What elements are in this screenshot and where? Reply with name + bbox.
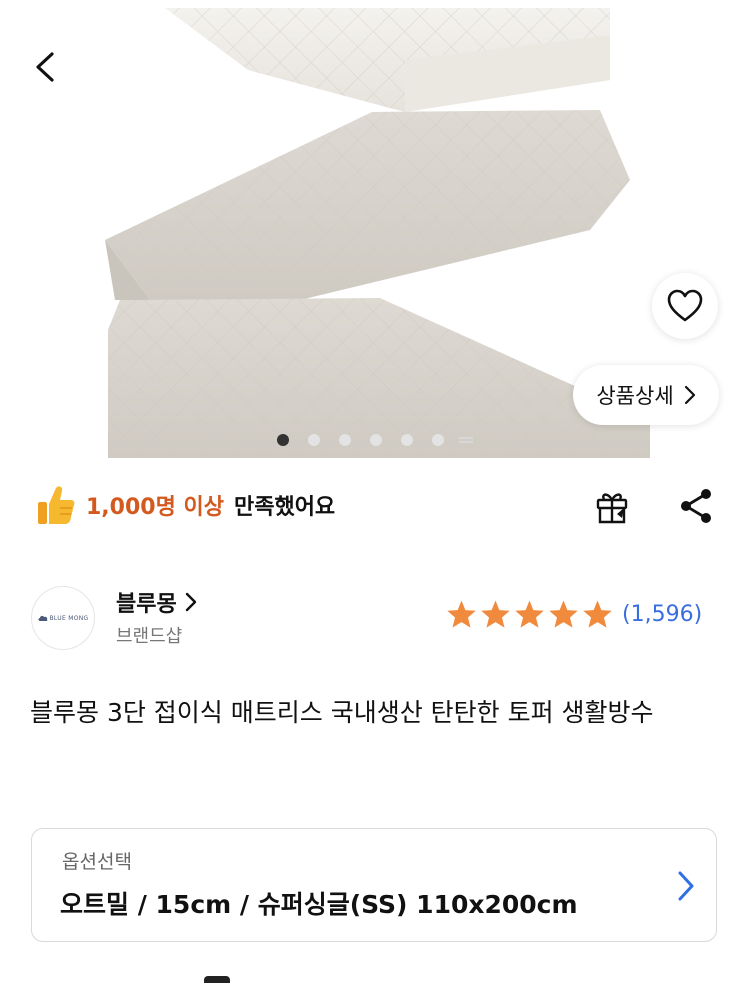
share-icon xyxy=(681,489,711,523)
product-image-gallery[interactable]: 상품상세 xyxy=(0,0,750,458)
pagination-dot[interactable] xyxy=(432,434,444,446)
star-rating xyxy=(446,599,613,629)
pagination-dot[interactable] xyxy=(277,434,289,446)
back-button[interactable] xyxy=(24,44,70,90)
option-label: 옵션선택 xyxy=(62,851,132,873)
wishlist-button[interactable] xyxy=(652,273,718,339)
thumbs-up-icon xyxy=(38,486,75,524)
product-detail-label: 상품상세 xyxy=(596,384,674,408)
review-count[interactable]: (1,596) xyxy=(622,602,702,627)
chevron-left-icon xyxy=(36,52,54,82)
pagination-more-icon xyxy=(459,435,473,447)
satisfaction-banner: 1,000명 이상 만족했어요 xyxy=(36,482,335,528)
chevron-right-icon xyxy=(678,871,694,901)
pagination-dot[interactable] xyxy=(370,434,382,446)
pagination-dot[interactable] xyxy=(308,434,320,446)
gallery-pagination xyxy=(0,432,750,448)
gift-icon xyxy=(596,493,628,524)
cloud-icon xyxy=(38,615,47,621)
pagination-dot[interactable] xyxy=(339,434,351,446)
product-title: 블루몽 3단 접이식 매트리스 국내생산 탄탄한 토퍼 생활방수 xyxy=(30,698,654,727)
star-icon xyxy=(549,600,578,628)
option-selector[interactable]: 옵션선택 오트밀 / 15cm / 슈퍼싱글(SS) 110x200cm xyxy=(31,828,717,942)
satisfaction-text: 만족했어요 xyxy=(233,495,336,520)
next-section-peek xyxy=(204,976,230,983)
rating[interactable]: (1,596) xyxy=(446,599,702,629)
product-detail-button[interactable]: 상품상세 xyxy=(573,365,719,425)
star-icon xyxy=(447,600,476,628)
brand-name-link[interactable]: 블루몽 xyxy=(116,586,197,618)
brand-logo[interactable]: BLUE MONG xyxy=(31,586,95,650)
star-icon xyxy=(583,600,612,628)
heart-outline-icon xyxy=(667,289,703,322)
chevron-right-icon xyxy=(684,385,695,405)
star-icon xyxy=(481,600,510,628)
brand-type: 브랜드샵 xyxy=(116,626,183,647)
brand-logo-text: BLUE MONG xyxy=(49,614,89,622)
satisfaction-count: 1,000명 이상 xyxy=(86,495,224,520)
pagination-dot[interactable] xyxy=(401,434,413,446)
option-value: 오트밀 / 15cm / 슈퍼싱글(SS) 110x200cm xyxy=(60,890,578,919)
star-icon xyxy=(515,600,544,628)
chevron-right-icon xyxy=(185,592,196,612)
gift-button[interactable] xyxy=(592,486,632,526)
share-button[interactable] xyxy=(676,486,716,526)
brand-name: 블루몽 xyxy=(116,592,177,617)
